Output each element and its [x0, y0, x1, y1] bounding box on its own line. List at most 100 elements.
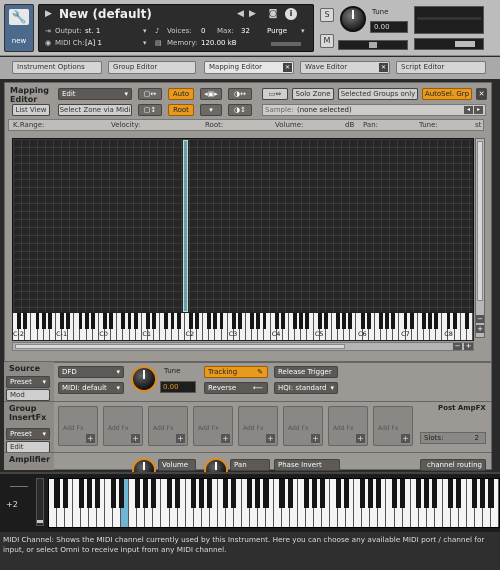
close-tab-icon[interactable]: ✕ [379, 63, 388, 72]
zone-expand-icon[interactable]: ◑↔ [228, 88, 252, 100]
mod-wheel[interactable] [36, 478, 44, 526]
black-key[interactable] [78, 313, 83, 329]
black-key[interactable] [17, 313, 22, 329]
add-fx-slot[interactable]: Add Fx + [328, 406, 368, 446]
root-label[interactable]: Root: [205, 121, 223, 129]
black-key[interactable] [134, 479, 140, 508]
volume-slider[interactable] [414, 38, 484, 50]
vertical-scrollbar-thumb[interactable] [477, 141, 483, 301]
phase-invert-button[interactable]: Phase Invert [274, 459, 340, 471]
edit-menu-dropdown[interactable]: Edit ▾ [58, 88, 132, 100]
zoom-out-icon[interactable]: − [453, 343, 462, 350]
collapse-arrow-icon[interactable]: ▶ [45, 9, 52, 19]
hq-interpolation-dropdown[interactable]: HQI: standard ▾ [274, 382, 338, 394]
black-key[interactable] [359, 479, 365, 508]
amp-volume-label[interactable]: Volume [158, 459, 196, 471]
black-key[interactable] [303, 479, 309, 508]
add-fx-slot[interactable]: Add Fx + [283, 406, 323, 446]
black-key[interactable] [305, 313, 310, 329]
black-key[interactable] [219, 313, 224, 329]
octave-shift-value[interactable]: +2 [6, 500, 18, 509]
output-dropdown-icon[interactable]: ▾ [143, 27, 147, 35]
vertical-scrollbar[interactable]: − + [475, 138, 485, 338]
black-key[interactable] [323, 313, 328, 329]
black-key[interactable] [109, 313, 114, 329]
black-key[interactable] [90, 313, 95, 329]
release-trigger-button[interactable]: Release Trigger [274, 366, 338, 378]
tune-value[interactable]: 0.00 [370, 21, 408, 33]
black-key[interactable] [213, 313, 218, 329]
tab-mapping-editor[interactable]: Mapping Editor ✕ [204, 61, 294, 74]
tracking-button[interactable]: Tracking ✎ [204, 366, 268, 378]
tune-param-label[interactable]: Tune: [419, 121, 438, 129]
camera-icon[interactable]: ◙ [267, 9, 279, 19]
black-key[interactable] [319, 479, 325, 508]
volume-slider-handle[interactable] [455, 41, 475, 47]
black-key[interactable] [488, 479, 494, 508]
black-key[interactable] [263, 479, 269, 508]
black-key[interactable] [262, 313, 267, 329]
midi-dropdown-icon[interactable]: ▾ [143, 39, 147, 47]
black-key[interactable] [446, 313, 451, 329]
tab-wave-editor[interactable]: Wave Editor ✕ [300, 61, 390, 74]
auto-spread-icon[interactable]: ▢↔ [138, 88, 162, 100]
pan-label[interactable]: Pan: [363, 121, 378, 129]
solo-zone-button[interactable]: Solo Zone [292, 88, 334, 100]
amp-pan-label[interactable]: Pan [230, 459, 270, 471]
plus-icon[interactable]: + [266, 434, 275, 443]
black-key[interactable] [237, 313, 242, 329]
black-key[interactable] [195, 313, 199, 329]
link-zones-icon[interactable]: ▭⇔ [262, 88, 288, 100]
black-key[interactable] [421, 313, 426, 329]
black-key[interactable] [448, 479, 454, 508]
tab-group-editor[interactable]: Group Editor [108, 61, 196, 74]
black-key[interactable] [255, 479, 261, 508]
max-voices-value[interactable]: 32 [241, 27, 250, 35]
source-preset-dropdown[interactable]: Preset ▾ [6, 376, 50, 388]
fx-slots-field[interactable]: Slots: 2 [420, 432, 486, 444]
black-key[interactable] [432, 479, 438, 508]
black-key[interactable] [391, 479, 398, 508]
zone-mapping-grid[interactable] [12, 138, 474, 314]
black-key[interactable] [317, 313, 322, 329]
black-key[interactable] [400, 479, 406, 508]
black-key[interactable] [84, 313, 89, 329]
black-key[interactable] [41, 313, 46, 329]
midi-mode-dropdown[interactable]: MIDI: default ▾ [58, 382, 124, 394]
black-key[interactable] [343, 479, 349, 508]
black-key[interactable] [293, 313, 298, 329]
plus-icon[interactable]: + [221, 434, 230, 443]
black-key[interactable] [54, 479, 60, 508]
black-key[interactable] [103, 313, 107, 329]
black-key[interactable] [287, 479, 293, 508]
black-key[interactable] [231, 479, 237, 508]
black-key[interactable] [207, 479, 213, 508]
black-key[interactable] [360, 313, 365, 329]
black-key[interactable] [223, 479, 229, 508]
black-key[interactable] [452, 313, 457, 329]
black-key[interactable] [47, 313, 52, 329]
pitch-wheel[interactable] [10, 486, 28, 487]
black-key[interactable] [428, 313, 433, 329]
pan-slider-handle[interactable] [369, 42, 377, 48]
black-key[interactable] [127, 313, 132, 329]
black-key[interactable] [188, 313, 193, 329]
black-key[interactable] [152, 313, 157, 329]
volume-label[interactable]: Volume: [275, 121, 303, 129]
velocity-label[interactable]: Velocity: [111, 121, 140, 129]
selected-groups-only-button[interactable]: Selected Groups only [338, 88, 418, 100]
mod-wheel-handle[interactable] [37, 520, 43, 523]
instrument-name[interactable]: New (default) [59, 7, 152, 21]
add-fx-slot[interactable]: Add Fx + [238, 406, 278, 446]
plus-icon[interactable]: + [131, 434, 140, 443]
plus-icon[interactable]: + [311, 434, 320, 443]
black-key[interactable] [279, 479, 285, 508]
black-key[interactable] [86, 479, 92, 508]
prev-instrument-icon[interactable]: ◀ [237, 9, 244, 19]
black-key[interactable] [78, 479, 84, 508]
add-fx-slot[interactable]: Add Fx + [103, 406, 143, 446]
black-key[interactable] [35, 313, 40, 329]
plus-icon[interactable]: + [401, 434, 410, 443]
plus-icon[interactable]: + [86, 434, 95, 443]
zoom-in-icon[interactable]: + [464, 343, 473, 350]
